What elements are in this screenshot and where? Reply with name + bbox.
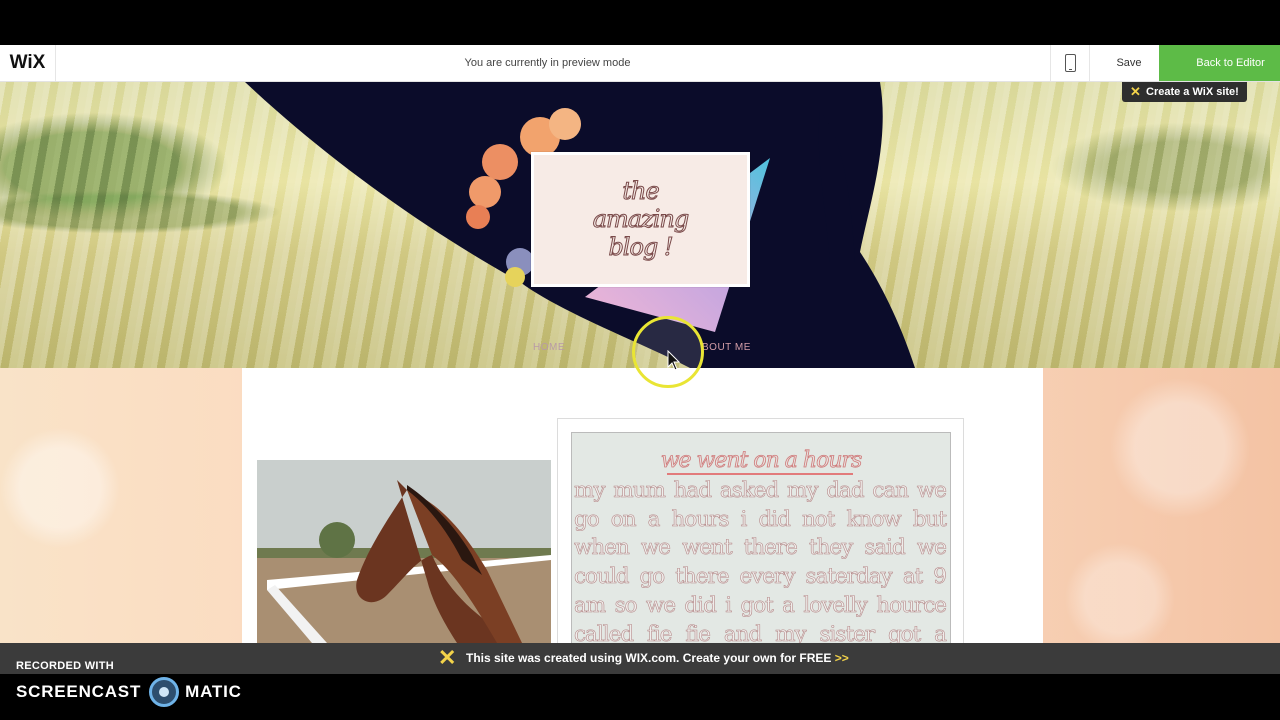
screen: WiX You are currently in preview mode Sa… — [0, 0, 1280, 720]
back-to-editor-button[interactable]: Back to Editor — [1159, 45, 1280, 81]
mobile-view-button[interactable] — [1050, 45, 1090, 81]
blog-logo-text: the amazing blog ! — [592, 177, 690, 262]
hero-header: the amazing blog ! HOME BOUT ME ✕ Create… — [0, 82, 1280, 368]
record-dot-icon — [149, 677, 180, 707]
screencast-o-matic-logo: SCREENCAST MATIC — [16, 677, 242, 707]
screencast-brand-left: SCREENCAST — [16, 682, 142, 701]
wix-x-icon: ✕ — [1130, 84, 1141, 99]
create-wix-site-label: Create a WiX site! — [1146, 86, 1239, 98]
nav-link-about-me[interactable]: BOUT ME — [702, 342, 751, 353]
wix-promo-banner[interactable]: ✕ This site was created using WIX.com. C… — [0, 643, 1280, 674]
content-panel — [242, 368, 1043, 643]
content-section — [0, 368, 1280, 643]
wix-x-logo-icon: ✕ — [438, 645, 457, 670]
screencast-brand-right: MATIC — [185, 682, 242, 701]
blog-logo-box[interactable]: the amazing blog ! — [531, 152, 750, 287]
save-button[interactable]: Save — [1099, 45, 1159, 81]
preview-toolbar: WiX You are currently in preview mode Sa… — [0, 45, 1280, 82]
recorded-with-label: RECORDED WITH — [16, 660, 115, 672]
wix-banner-message: This site was created using WIX.com. Cre… — [466, 643, 849, 674]
wix-banner-arrows: >> — [834, 651, 849, 665]
nav-link-home[interactable]: HOME — [533, 342, 565, 353]
mobile-phone-icon — [1064, 54, 1076, 72]
wix-logo[interactable]: WiX — [0, 45, 56, 81]
wix-banner-text: This site was created using WIX.com. Cre… — [466, 651, 832, 665]
mouse-cursor-icon — [667, 350, 681, 371]
create-wix-site-badge[interactable]: ✕ Create a WiX site! — [1122, 82, 1247, 102]
preview-mode-text: You are currently in preview mode — [464, 57, 631, 69]
